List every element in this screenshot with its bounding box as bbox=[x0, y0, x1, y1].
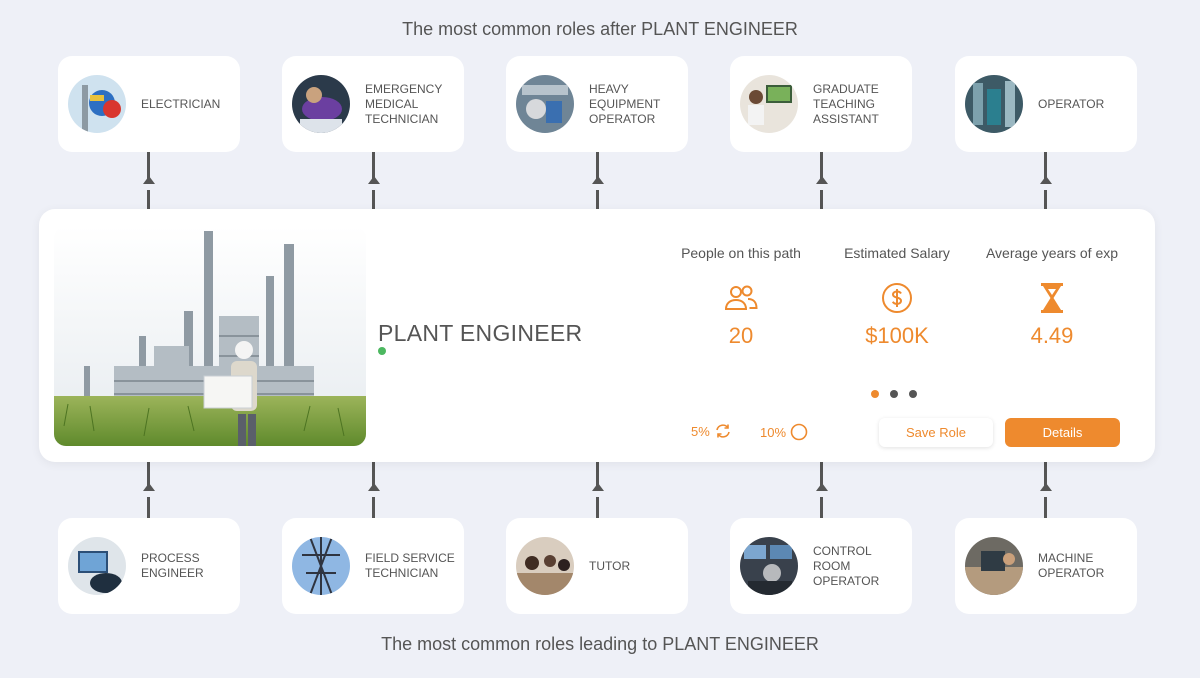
arrow-gap bbox=[1044, 491, 1047, 497]
role-label: CONTROL ROOM OPERATOR bbox=[813, 543, 880, 588]
carousel-dot-1[interactable] bbox=[871, 390, 879, 398]
operator-photo bbox=[965, 75, 1023, 133]
role-card-emergency-medical-technician[interactable]: EMERGENCY MEDICAL TECHNICIAN bbox=[282, 56, 464, 152]
stat-value: 4.49 bbox=[1030, 323, 1074, 348]
stat-estimated-salary: Estimated Salary $100K bbox=[822, 245, 972, 349]
process-engineer-photo bbox=[68, 537, 126, 595]
electrician-photo bbox=[68, 75, 126, 133]
current-role-card: PLANT ENGINEER People on this path 20 Es… bbox=[39, 209, 1155, 462]
refresh-icon bbox=[716, 424, 730, 438]
role-label: HEAVY EQUIPMENT OPERATOR bbox=[589, 81, 661, 126]
roles-after-row: ELECTRICIAN EMERGENCY MEDICAL TECHNICIAN… bbox=[0, 56, 1200, 152]
role-label: EMERGENCY MEDICAL TECHNICIAN bbox=[365, 81, 443, 126]
role-card-heavy-equipment-operator[interactable]: HEAVY EQUIPMENT OPERATOR bbox=[506, 56, 688, 152]
stat-label: Average years of exp bbox=[985, 245, 1119, 261]
arrow-up-icon bbox=[815, 176, 828, 184]
arrow-gap bbox=[372, 491, 375, 497]
arrow-up-icon bbox=[1039, 483, 1052, 491]
heading-roles-after: The most common roles after PLANT ENGINE… bbox=[402, 19, 798, 39]
arrow-gap bbox=[372, 184, 375, 190]
arrow-gap bbox=[147, 491, 150, 497]
arrow-gap bbox=[147, 184, 150, 190]
circle-icon bbox=[790, 423, 808, 441]
role-label: FIELD SERVICE TECHNICIAN bbox=[365, 551, 455, 580]
carousel-dot-2[interactable] bbox=[890, 390, 898, 398]
arrow-up-icon bbox=[1039, 176, 1052, 184]
arrow-gap bbox=[1044, 184, 1047, 190]
trend-value: 5% bbox=[691, 423, 710, 439]
arrow-up-icon bbox=[367, 483, 380, 491]
roles-before-row: PROCESS ENGINEER FIELD SERVICE TECHNICIA… bbox=[0, 518, 1200, 614]
stat-people-on-path: People on this path 20 bbox=[666, 245, 816, 349]
arrow-up-icon bbox=[591, 176, 604, 184]
arrow-gap bbox=[596, 184, 599, 190]
carousel-dot-3[interactable] bbox=[909, 390, 917, 398]
stat-value: $100K bbox=[865, 323, 929, 348]
arrow-up-icon bbox=[815, 483, 828, 491]
arrow-up-icon bbox=[367, 176, 380, 184]
role-card-electrician[interactable]: ELECTRICIAN bbox=[58, 56, 240, 152]
arrow-up-icon bbox=[142, 176, 155, 184]
dollar-icon bbox=[822, 280, 972, 316]
role-label: ELECTRICIAN bbox=[141, 96, 221, 111]
role-label: GRADUATE TEACHING ASSISTANT bbox=[813, 81, 879, 126]
heading-roles-before: The most common roles leading to PLANT E… bbox=[381, 634, 819, 654]
arrow-up-icon bbox=[591, 483, 604, 491]
emt-photo bbox=[292, 75, 350, 133]
people-icon bbox=[666, 280, 816, 316]
stat-value: 20 bbox=[728, 323, 754, 348]
hourglass-icon bbox=[977, 280, 1127, 316]
stat-label: Estimated Salary bbox=[844, 245, 950, 261]
trend-value: 10% bbox=[760, 424, 787, 440]
trend-rotation: 5% bbox=[691, 423, 732, 439]
plant-engineer-photo bbox=[54, 226, 366, 446]
arrow-gap bbox=[820, 184, 823, 190]
carousel-dots bbox=[871, 390, 917, 398]
role-title: PLANT ENGINEER bbox=[378, 320, 583, 346]
heavy-equipment-photo bbox=[516, 75, 574, 133]
role-card-tutor[interactable]: TUTOR bbox=[506, 518, 688, 614]
role-card-field-service-technician[interactable]: FIELD SERVICE TECHNICIAN bbox=[282, 518, 464, 614]
stat-label: People on this path bbox=[681, 245, 801, 261]
teaching-photo bbox=[740, 75, 798, 133]
save-role-button[interactable]: Save Role bbox=[879, 418, 993, 447]
machine-operator-photo bbox=[965, 537, 1023, 595]
role-label: OPERATOR bbox=[1038, 96, 1105, 111]
arrow-gap bbox=[596, 491, 599, 497]
role-card-process-engineer[interactable]: PROCESS ENGINEER bbox=[58, 518, 240, 614]
field-service-photo bbox=[292, 537, 350, 595]
role-label: TUTOR bbox=[589, 558, 631, 573]
role-card-control-room-operator[interactable]: CONTROL ROOM OPERATOR bbox=[730, 518, 912, 614]
tutor-photo bbox=[516, 537, 574, 595]
role-card-operator[interactable]: OPERATOR bbox=[955, 56, 1137, 152]
role-card-graduate-teaching-assistant[interactable]: GRADUATE TEACHING ASSISTANT bbox=[730, 56, 912, 152]
control-room-photo bbox=[740, 537, 798, 595]
role-card-machine-operator[interactable]: MACHINE OPERATOR bbox=[955, 518, 1137, 614]
stat-average-years: Average years of exp 4.49 bbox=[977, 245, 1127, 349]
role-label: PROCESS ENGINEER bbox=[141, 551, 204, 580]
role-label: MACHINE OPERATOR bbox=[1038, 551, 1105, 580]
arrow-up-icon bbox=[142, 483, 155, 491]
status-indicator bbox=[378, 347, 386, 355]
arrow-gap bbox=[820, 491, 823, 497]
trend-circle: 10% bbox=[760, 423, 808, 441]
details-button[interactable]: Details bbox=[1005, 418, 1120, 447]
